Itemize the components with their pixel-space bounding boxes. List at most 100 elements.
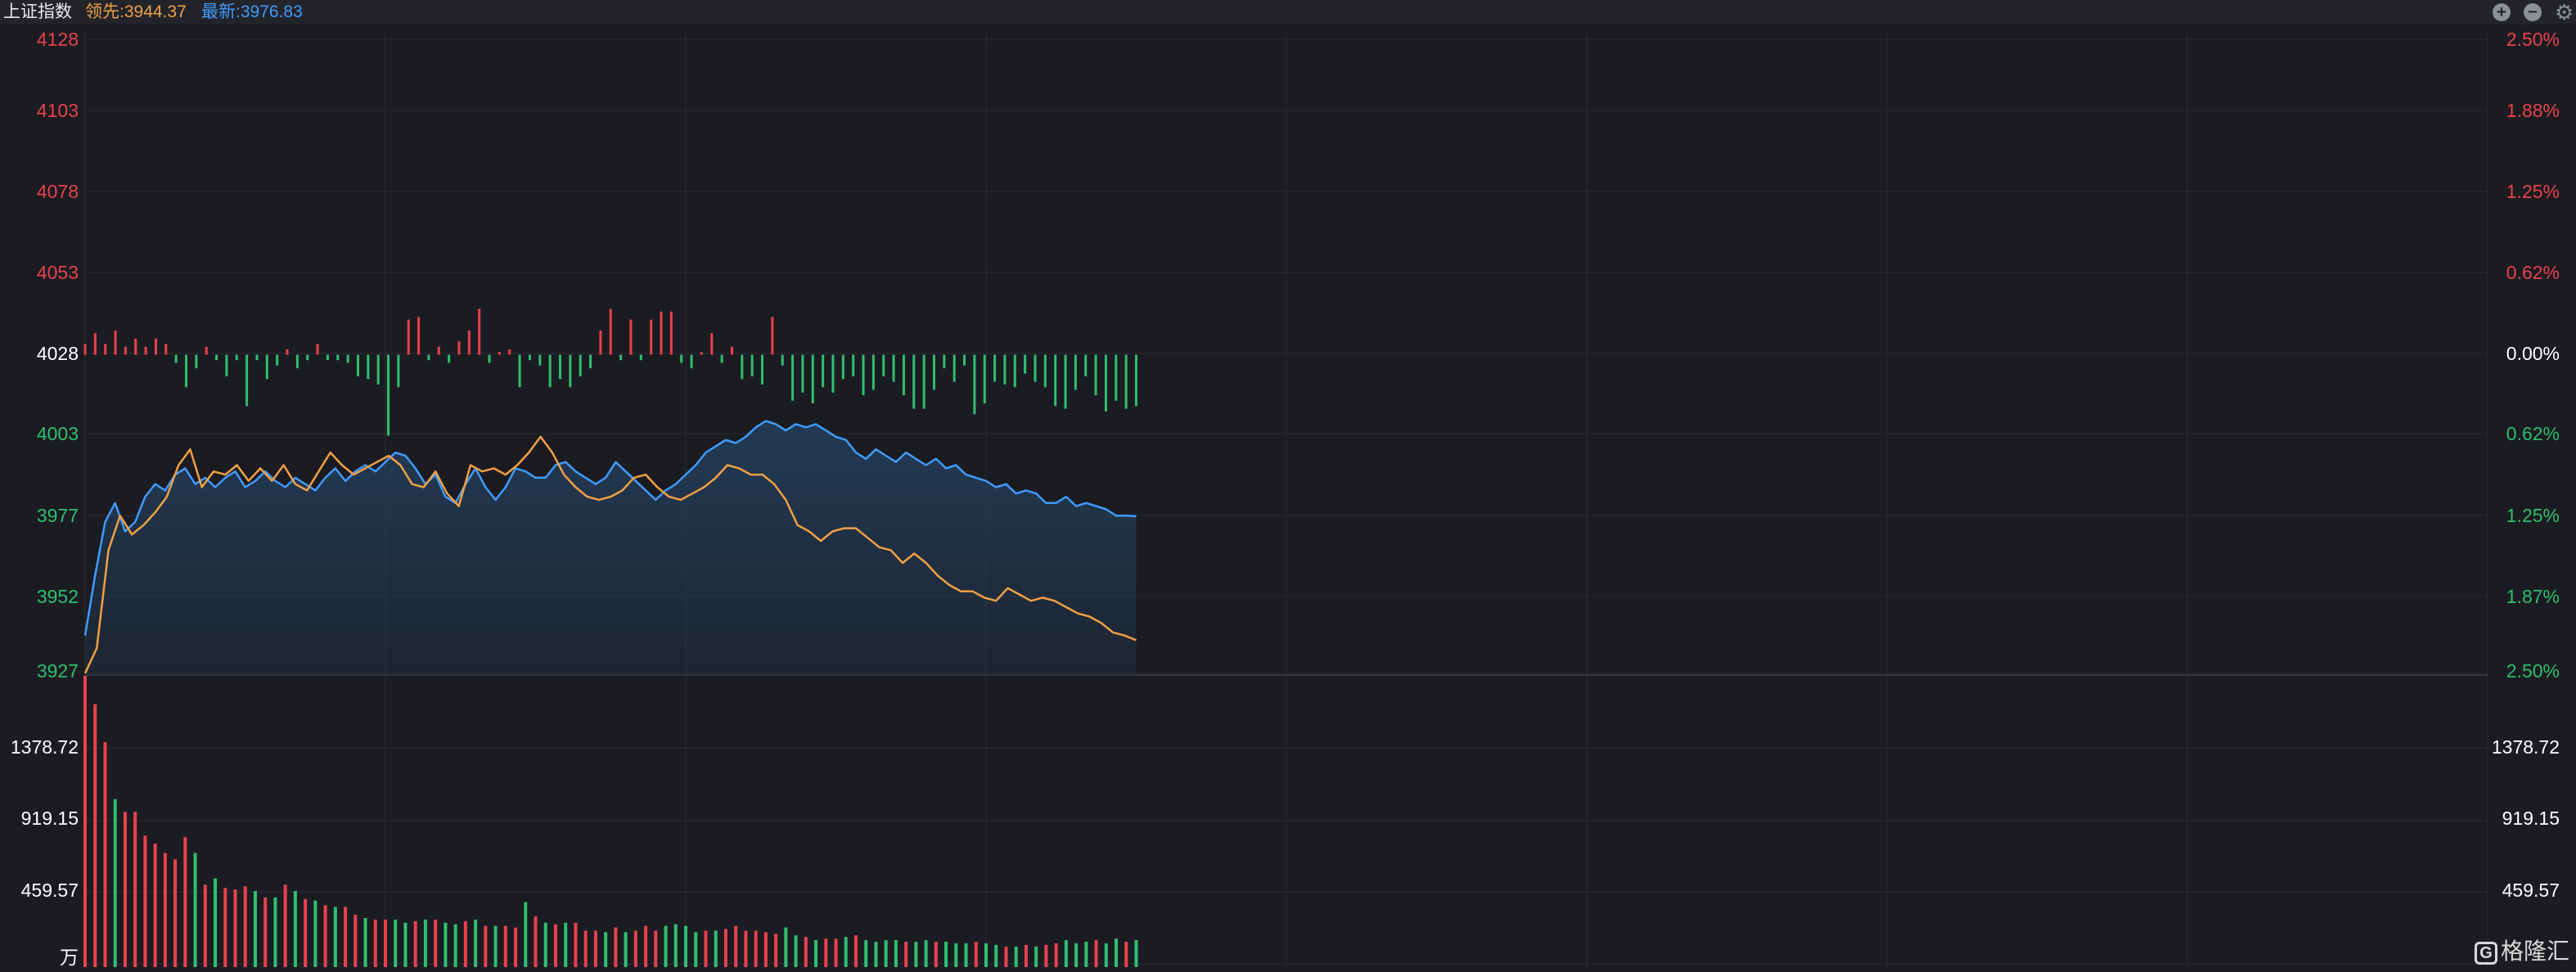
volume-bar-31 [394, 919, 398, 967]
diff-bar-66 [750, 354, 754, 376]
volume-bar-27 [354, 915, 358, 967]
volume-bar-21 [293, 891, 297, 967]
diff-bar-63 [720, 354, 723, 363]
volume-tick-right-2: 459.57 [2502, 880, 2560, 901]
volume-bar-76 [844, 937, 848, 967]
diff-bar-45 [538, 354, 542, 366]
volume-bar-30 [384, 919, 387, 967]
diff-bar-74 [831, 354, 835, 393]
diff-bar-51 [599, 330, 602, 355]
diff-bar-22 [306, 354, 309, 361]
diff-bar-95 [1043, 354, 1047, 388]
y-tick-left-7: 3952 [37, 586, 79, 607]
volume-bar-22 [304, 898, 308, 967]
volume-bar-37 [453, 924, 457, 967]
diff-bar-55 [639, 354, 642, 361]
diff-bar-37 [457, 341, 461, 355]
y-tick-right-0: 2.50% [2506, 29, 2560, 50]
diff-bar-33 [417, 317, 421, 355]
diff-bar-27 [356, 354, 359, 376]
volume-bar-80 [884, 940, 888, 967]
watermark-text: 格隆汇 [2501, 938, 2570, 964]
volume-bar-12 [203, 884, 207, 967]
diff-bar-25 [336, 354, 340, 361]
diff-bars [83, 308, 1137, 436]
volume-bar-35 [434, 919, 438, 967]
volume-bar-15 [233, 889, 237, 967]
diff-bar-42 [508, 349, 511, 355]
price-area [85, 421, 1137, 673]
volume-bar-18 [263, 897, 268, 967]
diff-bar-83 [922, 354, 925, 409]
volume-bar-24 [323, 905, 327, 967]
diff-bar-67 [761, 354, 764, 385]
volume-bar-73 [814, 940, 818, 967]
diff-bar-0 [83, 344, 87, 355]
diff-bar-14 [225, 354, 228, 376]
diff-bar-50 [589, 354, 592, 369]
y-tick-left-6: 3977 [37, 505, 79, 526]
diff-bar-20 [286, 349, 289, 355]
volume-bar-54 [624, 932, 628, 967]
volume-bar-71 [794, 935, 798, 967]
diff-bar-97 [1064, 354, 1067, 409]
diff-bar-84 [932, 354, 935, 390]
volume-bar-60 [684, 925, 687, 967]
volume-bar-90 [984, 943, 988, 967]
volume-bar-49 [574, 922, 578, 967]
diff-bar-82 [912, 354, 916, 409]
volume-bar-92 [1004, 946, 1008, 967]
volume-tick-left-1: 919.15 [21, 808, 79, 829]
diff-bar-65 [741, 354, 744, 380]
volume-bar-81 [894, 940, 898, 967]
diff-bar-101 [1104, 354, 1107, 412]
diff-bar-91 [1003, 354, 1007, 385]
diff-bar-8 [164, 344, 168, 355]
diff-bar-19 [276, 354, 279, 366]
volume-bar-14 [223, 888, 227, 967]
diff-bar-16 [245, 354, 249, 407]
volume-bar-78 [864, 940, 868, 967]
diff-bar-15 [235, 354, 238, 361]
volume-bar-17 [253, 891, 257, 967]
volume-bar-36 [444, 922, 448, 967]
volume-bar-69 [774, 934, 778, 967]
volume-bar-16 [243, 886, 247, 967]
diff-bar-102 [1115, 354, 1118, 401]
volume-bar-42 [503, 925, 507, 967]
y-tick-left-8: 3927 [37, 660, 79, 682]
volume-bar-23 [313, 900, 317, 967]
y-tick-right-7: 1.87% [2506, 586, 2560, 607]
diff-bar-4 [124, 346, 127, 355]
diff-bar-2 [104, 344, 107, 355]
y-tick-left-1: 4103 [37, 100, 79, 121]
volume-tick-right-0: 1378.72 [2492, 736, 2560, 758]
diff-bar-5 [134, 338, 137, 355]
volume-bar-79 [874, 942, 878, 967]
volume-bar-70 [784, 927, 788, 967]
volume-tick-left-0: 1378.72 [11, 736, 79, 758]
volume-bar-13 [214, 878, 218, 967]
diff-bar-76 [852, 354, 855, 376]
chart-app: 上证指数 领先:3944.37 最新:3976.83 + − ⚙ 4128 410… [0, 0, 2576, 972]
diff-bar-70 [791, 354, 795, 401]
volume-bar-40 [484, 925, 488, 967]
volume-bar-9 [173, 859, 178, 967]
volume-bar-100 [1084, 942, 1088, 967]
diff-bar-26 [346, 354, 349, 363]
volume-bar-46 [543, 922, 547, 967]
diff-bar-47 [558, 354, 561, 380]
diff-bar-32 [407, 319, 410, 355]
gelonghui-logo-icon: G [2475, 941, 2497, 965]
volume-bar-55 [633, 930, 637, 967]
volume-bar-38 [463, 920, 467, 967]
volume-bar-104 [1124, 942, 1128, 967]
diff-bar-79 [882, 354, 885, 376]
volume-bar-45 [534, 916, 538, 967]
volume-bar-50 [583, 930, 588, 967]
diff-bar-38 [467, 330, 471, 355]
diff-bar-100 [1094, 354, 1097, 396]
volume-bar-32 [403, 922, 408, 967]
volume-bar-2 [103, 742, 107, 967]
diff-bar-48 [569, 354, 572, 388]
